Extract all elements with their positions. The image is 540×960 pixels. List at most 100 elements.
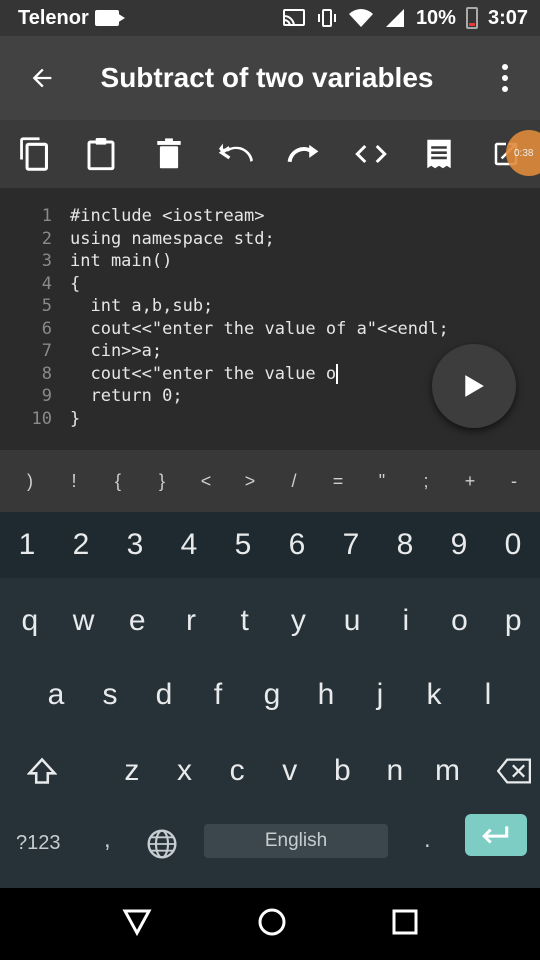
play-icon <box>465 375 484 397</box>
symbol-key[interactable]: ) <box>8 471 52 492</box>
undo-button[interactable] <box>203 120 271 188</box>
key-h[interactable]: h <box>299 678 353 712</box>
key-row-2: a s d f g h j k l <box>0 678 540 712</box>
run-button[interactable] <box>432 344 516 428</box>
symbol-bar: ) ! { } < > / = " ; + - <box>0 450 540 512</box>
symbols-key[interactable]: ?123 <box>16 832 61 855</box>
symbol-key[interactable]: - <box>492 471 536 492</box>
nav-recents-button[interactable] <box>392 909 418 940</box>
code-text: #include <iostream> <box>70 206 265 226</box>
key-7[interactable]: 7 <box>324 528 378 562</box>
key-2[interactable]: 2 <box>54 528 108 562</box>
key-q[interactable]: q <box>3 604 57 638</box>
comma-key[interactable]: , <box>104 826 111 854</box>
key-j[interactable]: j <box>353 678 407 712</box>
key-1[interactable]: 1 <box>0 528 54 562</box>
nav-home-button[interactable] <box>257 907 287 942</box>
code-line: 1 #include <iostream> <box>0 206 265 228</box>
code-icon <box>355 144 388 164</box>
key-o[interactable]: o <box>433 604 487 638</box>
battery-percent: 10% <box>415 6 456 29</box>
key-v[interactable]: v <box>263 754 316 788</box>
symbol-key[interactable]: = <box>316 471 360 492</box>
key-s[interactable]: s <box>83 678 137 712</box>
code-line: 6 cout<<"enter the value of a"<<endl; <box>0 319 449 341</box>
symbol-key[interactable]: " <box>360 471 404 492</box>
symbol-key[interactable]: > <box>228 471 272 492</box>
line-number: 10 <box>31 409 52 429</box>
key-t[interactable]: t <box>218 604 272 638</box>
period-key[interactable]: . <box>424 826 431 854</box>
key-4[interactable]: 4 <box>162 528 216 562</box>
code-text: int a,b,sub; <box>70 296 214 316</box>
copy-icon <box>19 137 48 171</box>
key-x[interactable]: x <box>158 754 211 788</box>
back-button[interactable] <box>0 36 84 120</box>
format-button[interactable] <box>405 120 473 188</box>
key-k[interactable]: k <box>407 678 461 712</box>
space-key[interactable]: English <box>204 824 388 858</box>
code-text: cout<<"enter the value o <box>70 364 337 384</box>
nav-back-button[interactable] <box>122 908 152 941</box>
shift-icon <box>27 757 58 784</box>
key-r[interactable]: r <box>164 604 218 638</box>
key-0[interactable]: 0 <box>486 528 540 562</box>
shift-key[interactable] <box>16 757 69 785</box>
key-m[interactable]: m <box>421 754 474 788</box>
code-text: using namespace std; <box>70 229 275 249</box>
clock: 3:07 <box>487 6 528 29</box>
paste-button[interactable] <box>68 120 136 188</box>
key-w[interactable]: w <box>57 604 111 638</box>
code-text: cin>>a; <box>70 341 163 361</box>
key-c[interactable]: c <box>211 754 264 788</box>
line-number: 5 <box>41 296 52 316</box>
key-n[interactable]: n <box>369 754 422 788</box>
symbol-key[interactable]: < <box>184 471 228 492</box>
symbol-key[interactable]: { <box>96 471 140 492</box>
language-key[interactable] <box>146 828 178 865</box>
code-text: } <box>70 409 81 429</box>
app-bar: Subtract of two variables <box>0 36 540 120</box>
key-d[interactable]: d <box>137 678 191 712</box>
symbol-key[interactable]: + <box>448 471 492 492</box>
code-line: 8 cout<<"enter the value o <box>0 364 339 386</box>
symbol-key[interactable]: / <box>272 471 316 492</box>
key-i[interactable]: i <box>379 604 433 638</box>
key-a[interactable]: a <box>29 678 83 712</box>
backspace-key[interactable] <box>487 758 540 784</box>
key-l[interactable]: l <box>461 678 515 712</box>
key-y[interactable]: y <box>272 604 326 638</box>
key-3[interactable]: 3 <box>108 528 162 562</box>
key-5[interactable]: 5 <box>216 528 270 562</box>
backspace-icon <box>496 758 531 784</box>
code-line: 9 return 0; <box>0 386 183 408</box>
line-number: 9 <box>41 386 52 406</box>
symbol-key[interactable]: } <box>140 471 184 492</box>
copy-button[interactable] <box>0 120 68 188</box>
circle-home-icon <box>258 908 286 935</box>
key-e[interactable]: e <box>110 604 164 638</box>
code-text: { <box>70 274 81 294</box>
code-text: cout<<"enter the value of a"<<endl; <box>70 319 449 339</box>
enter-key[interactable] <box>465 814 527 856</box>
redo-button[interactable] <box>270 120 338 188</box>
symbol-key[interactable]: ! <box>52 471 96 492</box>
key-row-bottom: ?123 , English . <box>0 814 540 868</box>
delete-icon <box>157 138 181 169</box>
symbol-key[interactable]: ; <box>404 471 448 492</box>
key-b[interactable]: b <box>316 754 369 788</box>
undo-icon <box>219 143 254 162</box>
key-6[interactable]: 6 <box>270 528 324 562</box>
delete-button[interactable] <box>135 120 203 188</box>
code-button[interactable] <box>338 120 406 188</box>
key-z[interactable]: z <box>106 754 159 788</box>
redo-icon <box>287 144 319 163</box>
key-p[interactable]: p <box>486 604 540 638</box>
enter-icon <box>482 826 509 844</box>
key-8[interactable]: 8 <box>378 528 432 562</box>
key-f[interactable]: f <box>191 678 245 712</box>
key-u[interactable]: u <box>325 604 379 638</box>
key-g[interactable]: g <box>245 678 299 712</box>
overflow-menu-button[interactable] <box>470 64 540 92</box>
key-9[interactable]: 9 <box>432 528 486 562</box>
